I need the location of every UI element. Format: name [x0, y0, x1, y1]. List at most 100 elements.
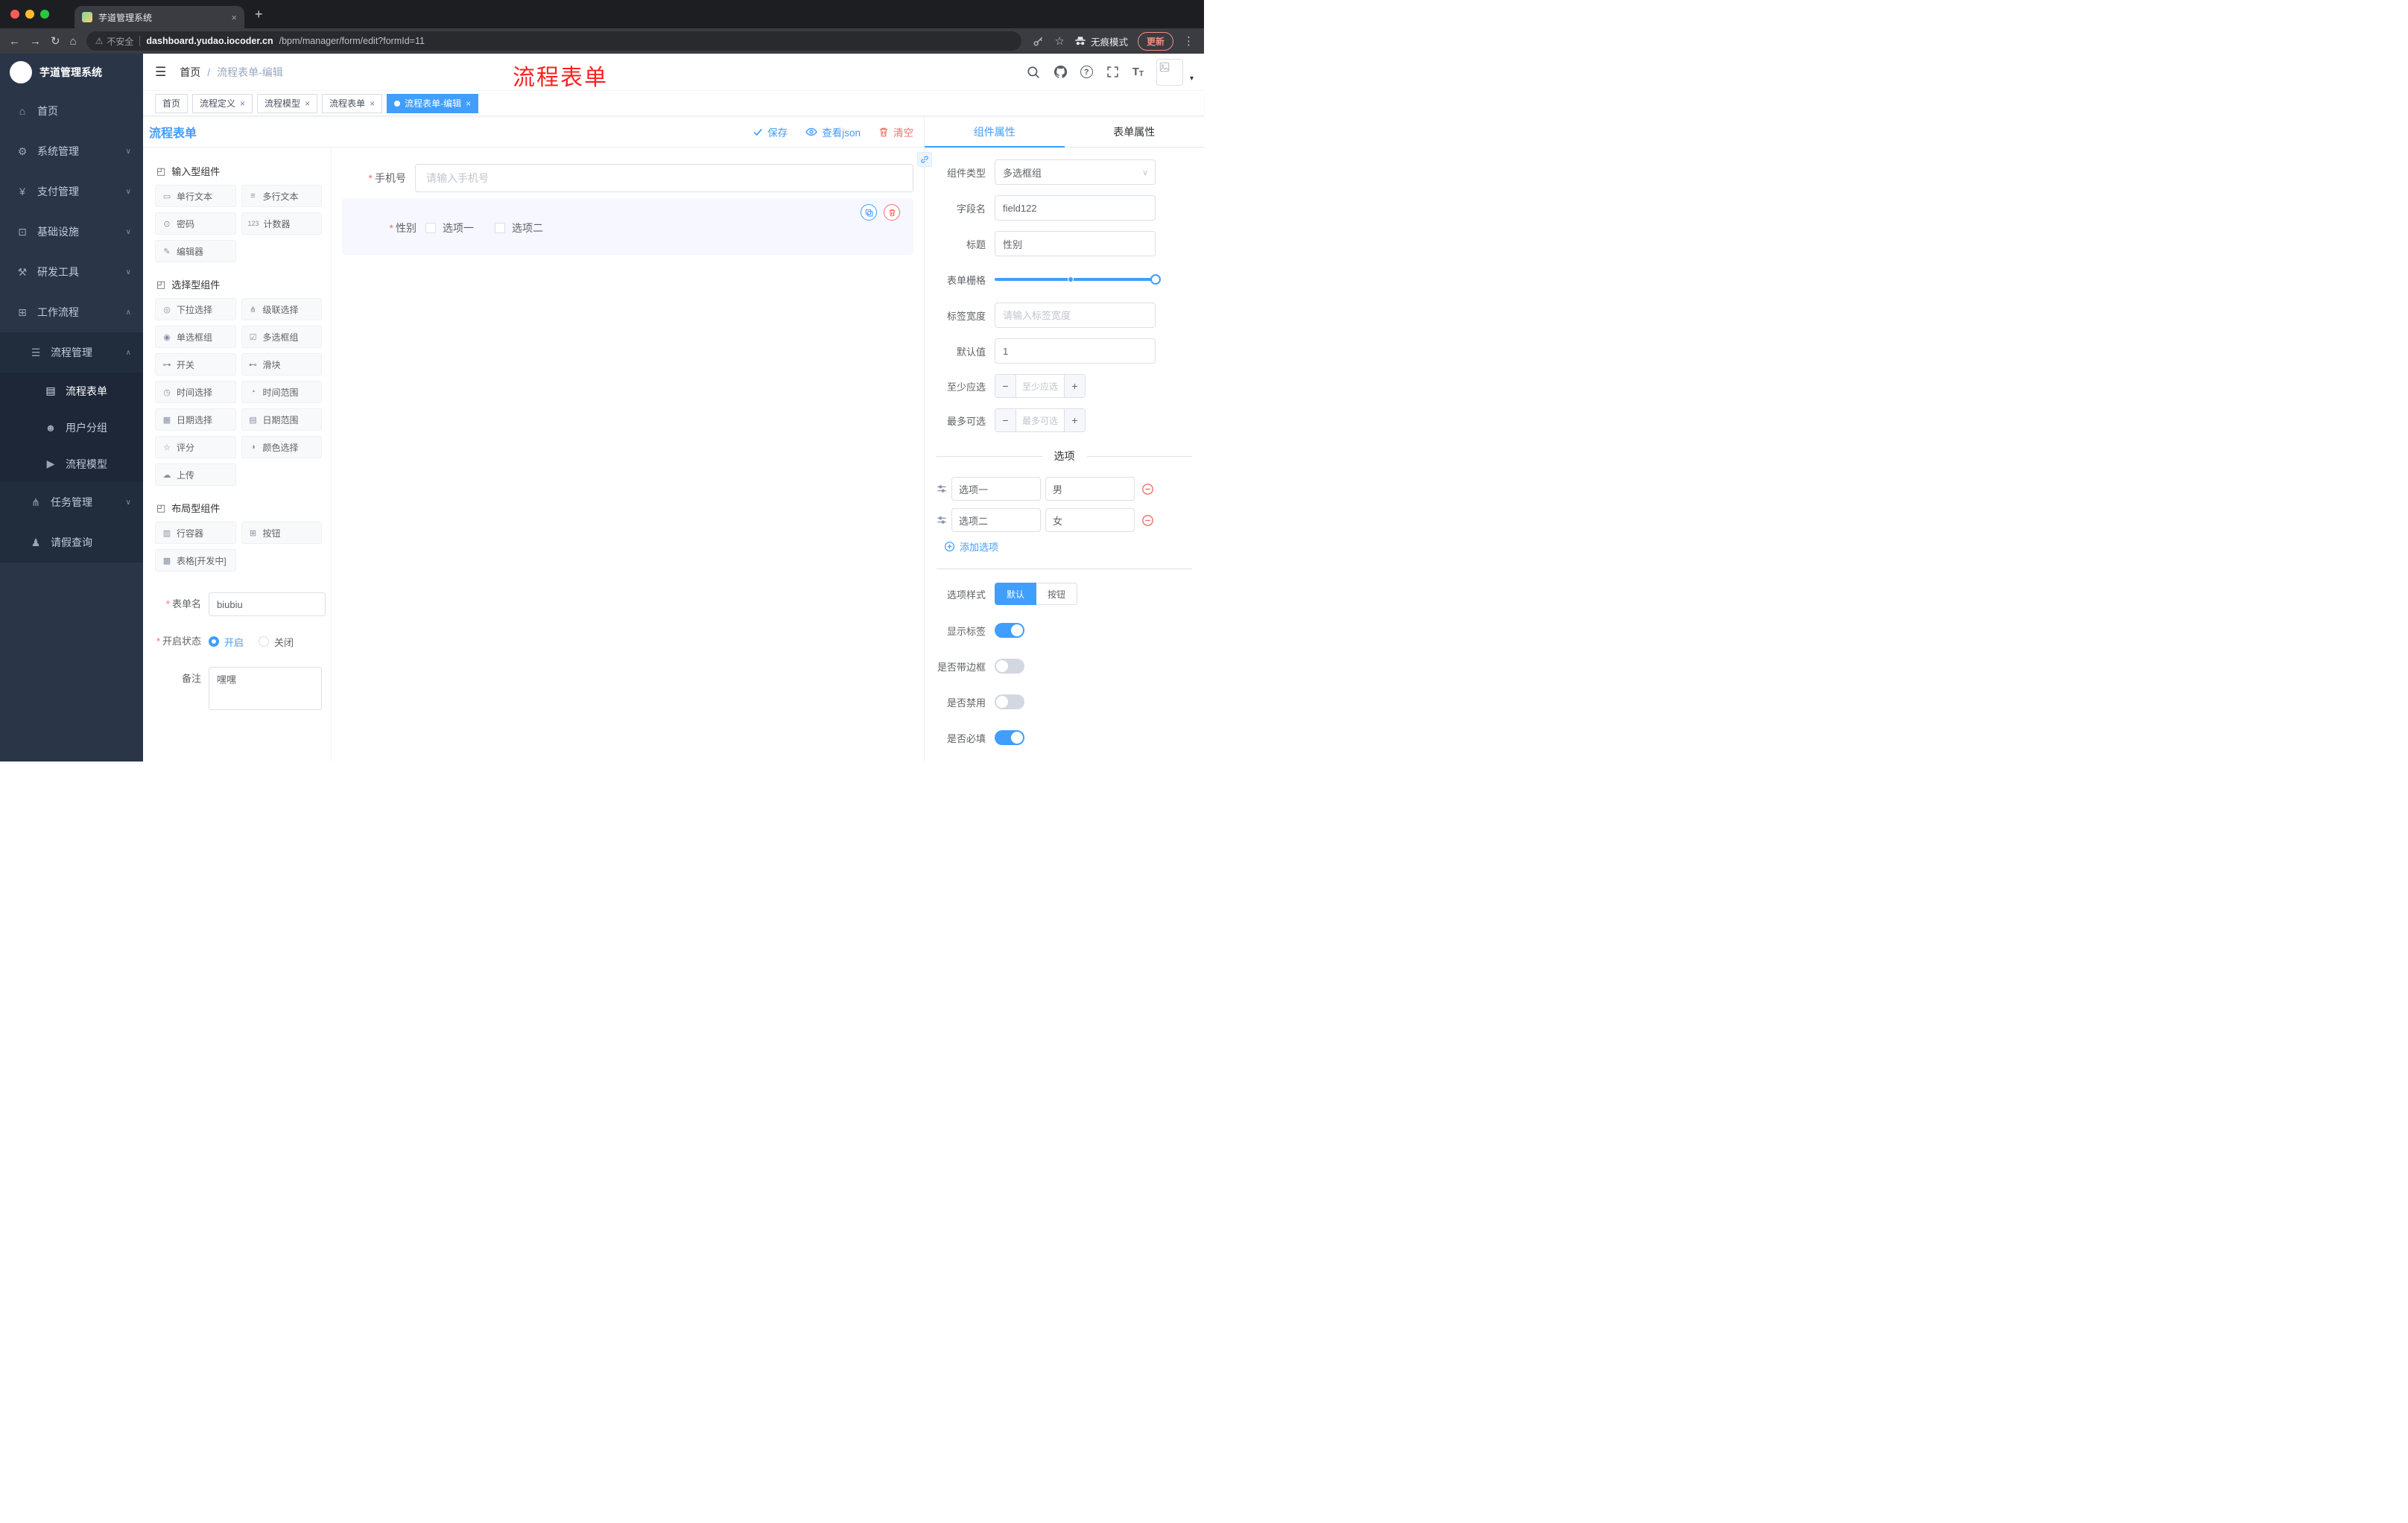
- browser-tab[interactable]: 芋道管理系统 ×: [75, 6, 244, 28]
- sidebar-item-home[interactable]: ⌂ 首页: [0, 91, 143, 131]
- avatar-caret-icon[interactable]: ▾: [1190, 75, 1194, 83]
- status-on-radio[interactable]: 开启: [209, 635, 244, 649]
- comp-upload[interactable]: ☁ 上传: [155, 463, 236, 486]
- comp-multi-line-text[interactable]: ≡ 多行文本: [241, 185, 322, 207]
- sidebar-item-workflow[interactable]: ⊞ 工作流程 ∧: [0, 292, 143, 332]
- style-button-button[interactable]: 按钮: [1036, 583, 1078, 605]
- copy-field-button[interactable]: [861, 204, 877, 221]
- grid-slider[interactable]: [995, 274, 1161, 285]
- bookmark-star-icon[interactable]: ☆: [1055, 34, 1065, 48]
- comp-checkbox-group[interactable]: ☑ 多选框组: [241, 326, 322, 348]
- comp-select[interactable]: ◎ 下拉选择: [155, 298, 236, 320]
- sidebar-item-task-mgmt[interactable]: ⋔ 任务管理 ∨: [0, 482, 143, 522]
- min-select-value[interactable]: 至少应选: [1016, 375, 1064, 397]
- comp-rate[interactable]: ☆ 评分: [155, 436, 236, 458]
- tag-process-form[interactable]: 流程表单 ×: [322, 93, 383, 113]
- designer-canvas[interactable]: * 手机号 请输入手机号 * 性别 选项一 选项二: [332, 148, 924, 762]
- decrease-button[interactable]: −: [995, 375, 1016, 397]
- comp-color-picker[interactable]: ◑ 颜色选择: [241, 436, 322, 458]
- slider-handle[interactable]: [1150, 274, 1161, 285]
- comp-button[interactable]: ⊞ 按钮: [241, 522, 322, 544]
- hamburger-icon[interactable]: ☰: [155, 65, 166, 80]
- window-controls[interactable]: [10, 10, 49, 19]
- browser-update-button[interactable]: 更新: [1137, 31, 1173, 51]
- user-avatar[interactable]: [1156, 58, 1183, 86]
- sidebar-item-system-mgmt[interactable]: ⚙ 系统管理 ∨: [0, 131, 143, 171]
- sidebar-item-process-model[interactable]: ▶ 流程模型: [0, 446, 143, 482]
- comp-time-range[interactable]: ◔ 时间范围: [241, 381, 322, 403]
- close-icon[interactable]: ×: [370, 98, 375, 109]
- browser-menu-icon[interactable]: ⋮: [1183, 34, 1195, 48]
- style-default-button[interactable]: 默认: [995, 583, 1037, 605]
- breadcrumb-home[interactable]: 首页: [180, 65, 200, 80]
- fullscreen-icon[interactable]: [1106, 65, 1120, 79]
- comp-date-range[interactable]: ▤ 日期范围: [241, 408, 322, 431]
- comp-cascader[interactable]: ⋔ 级联选择: [241, 298, 322, 320]
- tag-process-form-edit[interactable]: 流程表单-编辑 ×: [387, 93, 479, 113]
- option2-label-input[interactable]: [951, 508, 1041, 532]
- gender-option2-checkbox[interactable]: 选项二: [495, 221, 543, 235]
- comp-radio-group[interactable]: ◉ 单选框组: [155, 326, 236, 348]
- sidebar-item-leave-query[interactable]: ♟ 请假查询: [0, 522, 143, 563]
- component-type-select[interactable]: [995, 159, 1156, 185]
- comp-slider[interactable]: ⊷ 滑块: [241, 353, 322, 376]
- tag-home[interactable]: 首页: [155, 93, 188, 113]
- tab-close-icon[interactable]: ×: [231, 12, 237, 23]
- github-icon[interactable]: [1054, 65, 1068, 79]
- drag-handle-icon[interactable]: [937, 515, 947, 525]
- tab-component-props[interactable]: 组件属性: [925, 116, 1065, 148]
- canvas-field-gender-selected[interactable]: * 性别 选项一 选项二: [342, 198, 913, 255]
- sidebar-logo[interactable]: 芋道管理系统: [0, 54, 143, 91]
- window-close-button[interactable]: [10, 10, 19, 19]
- increase-button[interactable]: +: [1064, 409, 1085, 431]
- sidebar-item-process-form[interactable]: ▤ 流程表单: [0, 373, 143, 409]
- forward-icon[interactable]: →: [30, 35, 41, 48]
- help-icon[interactable]: ?: [1080, 66, 1093, 78]
- close-icon[interactable]: ×: [466, 98, 471, 109]
- remove-option-icon[interactable]: [1141, 483, 1154, 495]
- comp-table[interactable]: ▩ 表格[开发中]: [155, 549, 236, 571]
- tag-process-model[interactable]: 流程模型 ×: [257, 93, 318, 113]
- form-name-input[interactable]: [209, 592, 326, 616]
- form-remark-textarea[interactable]: 嘿嘿: [209, 667, 322, 710]
- view-json-button[interactable]: 查看json: [805, 124, 861, 139]
- delete-field-button[interactable]: [884, 204, 900, 221]
- max-select-value[interactable]: 最多可选: [1016, 409, 1064, 431]
- decrease-button[interactable]: −: [995, 409, 1016, 431]
- home-icon[interactable]: ⌂: [70, 35, 77, 48]
- search-icon[interactable]: [1027, 65, 1041, 79]
- comp-row-container[interactable]: ▥ 行容器: [155, 522, 236, 544]
- comp-password[interactable]: ⊙ 密码: [155, 212, 236, 235]
- tab-form-props[interactable]: 表单属性: [1065, 116, 1205, 147]
- remove-option-icon[interactable]: [1141, 514, 1154, 527]
- option1-label-input[interactable]: [951, 477, 1041, 501]
- gender-option1-checkbox[interactable]: 选项一: [425, 221, 474, 235]
- increase-button[interactable]: +: [1064, 375, 1085, 397]
- sidebar-item-user-group[interactable]: ☻ 用户分组: [0, 409, 143, 446]
- tag-process-definition[interactable]: 流程定义 ×: [192, 93, 253, 113]
- field-name-input[interactable]: [995, 195, 1156, 221]
- phone-input[interactable]: [415, 164, 913, 192]
- drag-handle-icon[interactable]: [937, 484, 947, 494]
- save-button[interactable]: 保存: [752, 124, 788, 139]
- comp-date-picker[interactable]: ▦ 日期选择: [155, 408, 236, 431]
- close-icon[interactable]: ×: [240, 98, 245, 109]
- comp-counter[interactable]: 123 计数器: [241, 212, 322, 235]
- label-width-input[interactable]: [995, 303, 1156, 328]
- sidebar-item-payment-mgmt[interactable]: ¥ 支付管理 ∨: [0, 171, 143, 212]
- security-indicator[interactable]: ⚠ 不安全: [95, 35, 134, 48]
- reload-icon[interactable]: ↻: [51, 34, 60, 48]
- comp-time-picker[interactable]: ◷ 时间选择: [155, 381, 236, 403]
- required-toggle[interactable]: [995, 730, 1024, 745]
- add-option-button[interactable]: 添加选项: [944, 539, 1192, 554]
- back-icon[interactable]: ←: [9, 35, 20, 48]
- close-icon[interactable]: ×: [305, 98, 310, 109]
- sidebar-item-dev-tools[interactable]: ⚒ 研发工具 ∨: [0, 252, 143, 292]
- window-minimize-button[interactable]: [25, 10, 34, 19]
- title-input[interactable]: [995, 231, 1156, 256]
- disabled-toggle[interactable]: [995, 694, 1024, 709]
- sidebar-item-infrastructure[interactable]: ⊡ 基础设施 ∨: [0, 212, 143, 252]
- link-icon[interactable]: [917, 152, 932, 167]
- comp-switch[interactable]: ⊶ 开关: [155, 353, 236, 376]
- font-size-icon[interactable]: TT: [1132, 66, 1144, 78]
